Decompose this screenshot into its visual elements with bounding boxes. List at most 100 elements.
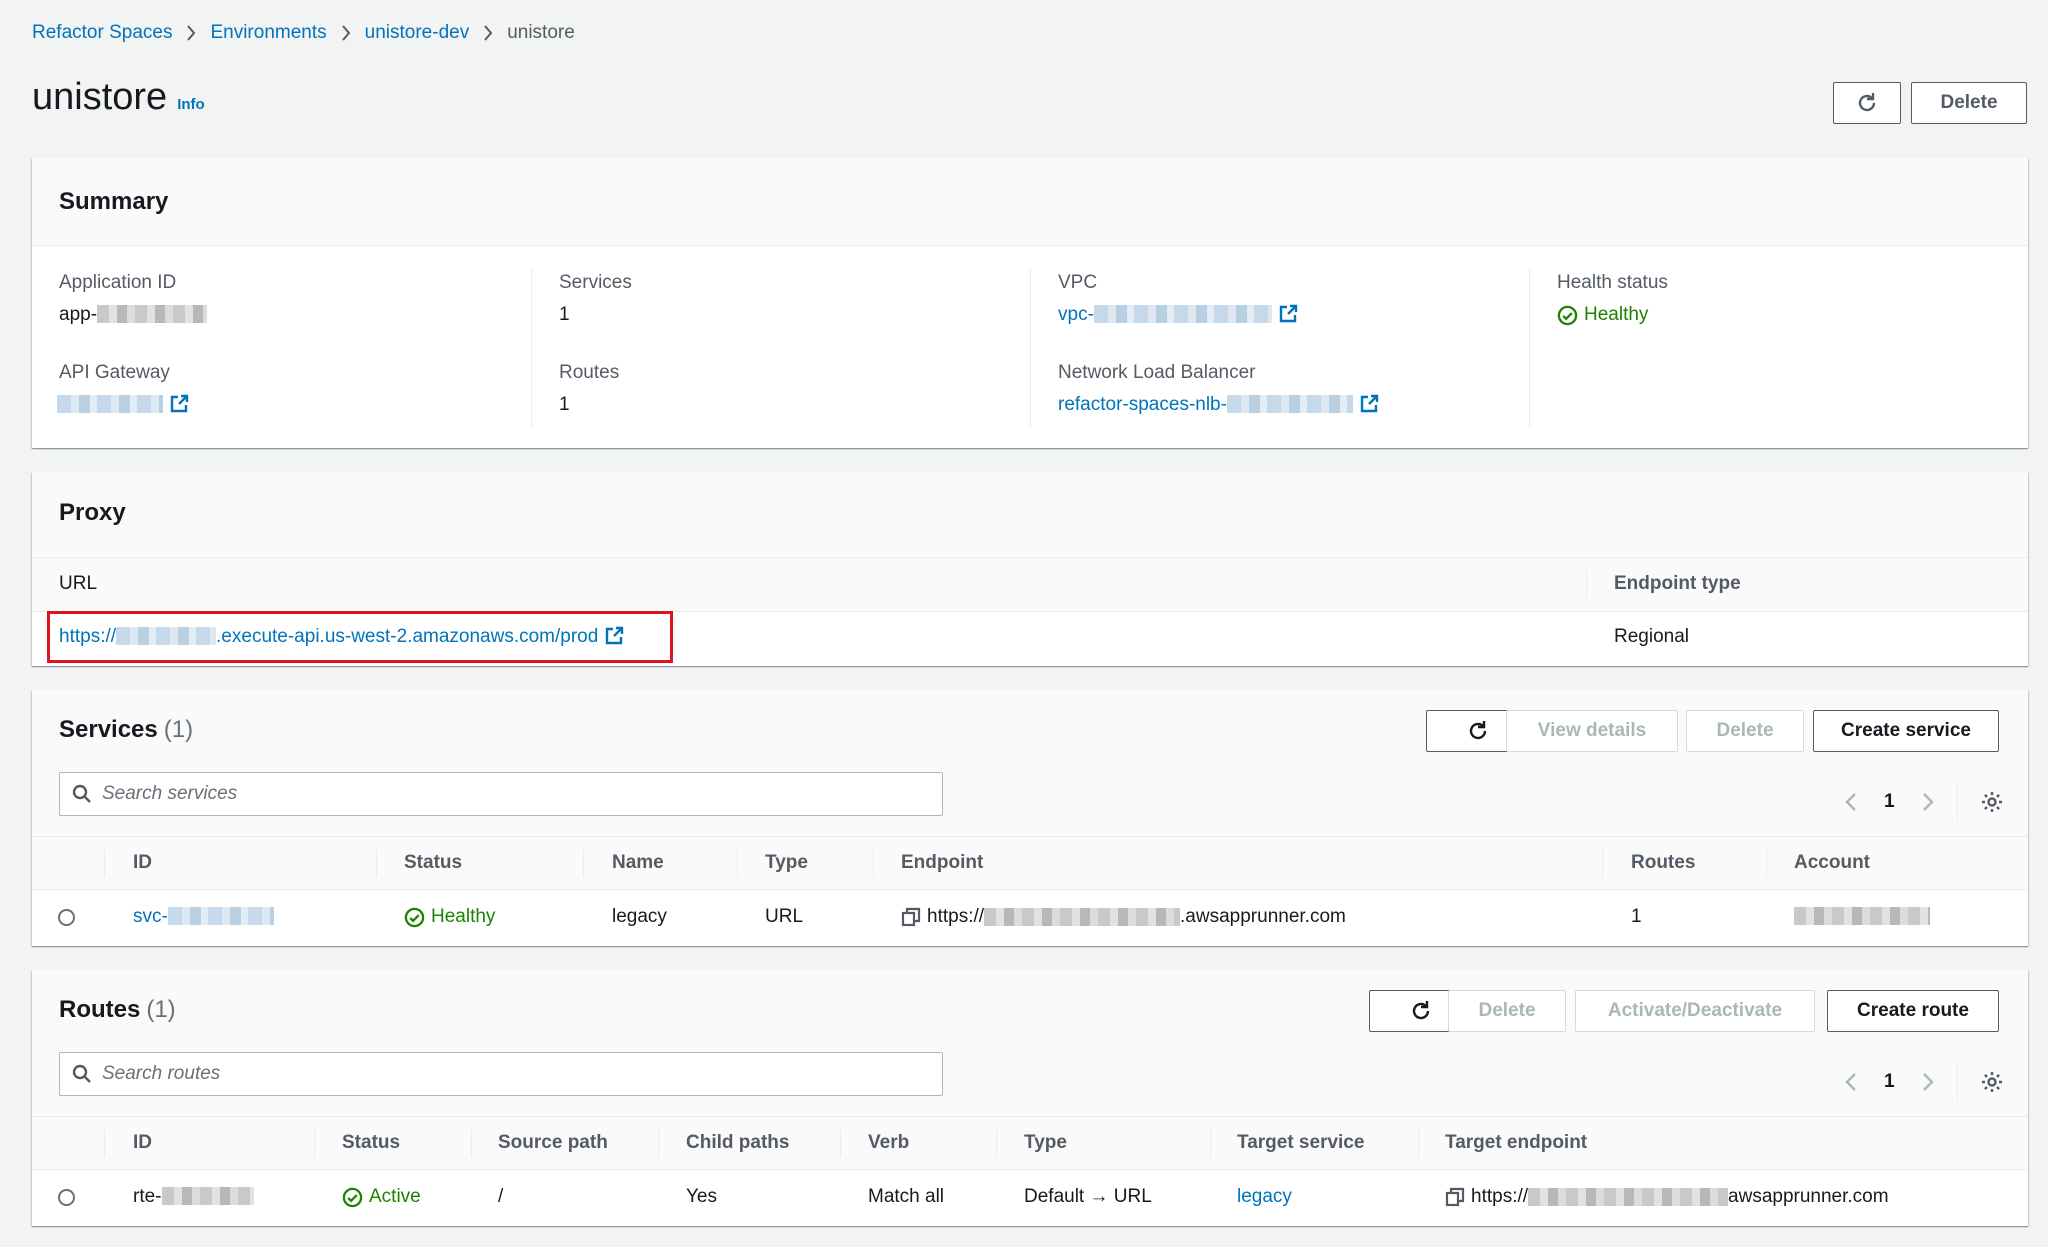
column-header-id: ID [133,1132,152,1153]
chevron-right-icon [186,25,196,41]
gear-icon[interactable] [1980,1070,2004,1094]
vpc-link[interactable]: vpc- [1058,304,1298,326]
search-icon [72,784,91,803]
routes-title: Routes (1) [59,996,176,1023]
page-title: unistore [32,76,168,118]
endpoint-type-value: Regional [1614,626,1689,647]
services-panel: Services (1) View details Delete Create s… [32,690,2028,946]
row-select-radio[interactable] [58,1189,75,1206]
routes-search-input[interactable] [102,1063,902,1085]
pager-divider [1956,1064,1958,1100]
refresh-icon [1469,721,1487,740]
column-separator [737,849,738,877]
column-header-type: Type [765,852,808,873]
page-number[interactable]: 1 [1884,791,1895,813]
column-header-name: Name [612,852,664,873]
refresh-button[interactable] [1833,82,1901,124]
copy-icon[interactable] [1445,1187,1465,1207]
copy-icon[interactable] [901,907,921,927]
gear-icon[interactable] [1980,790,2004,814]
breadcrumb-current: unistore [507,22,575,43]
breadcrumb-unistore-dev[interactable]: unistore-dev [365,22,470,44]
health-status-value: Healthy [1557,304,1648,326]
column-header-target-endpoint: Target endpoint [1445,1132,1588,1153]
column-separator [104,1129,105,1157]
column-divider [1030,268,1031,428]
create-route-button[interactable]: Create route [1827,990,1999,1032]
column-header-id: ID [133,852,152,873]
route-status: Active [342,1186,421,1208]
column-header-child-paths: Child paths [686,1132,790,1153]
summary-panel: Summary Application ID app- API Gateway … [32,158,2028,448]
chevron-left-icon[interactable] [1844,1072,1858,1092]
service-type: URL [765,906,804,927]
breadcrumb-environments[interactable]: Environments [210,22,326,44]
service-name: legacy [612,906,667,927]
services-search-input[interactable] [102,783,902,805]
service-routes: 1 [1631,906,1642,927]
proxy-title: Proxy [59,499,126,526]
chevron-right-icon[interactable] [1921,792,1935,812]
chevron-right-icon [341,25,351,41]
nlb-link[interactable]: refactor-spaces-nlb- [1058,394,1379,416]
check-circle-icon [342,1187,363,1207]
breadcrumb: Refactor Spaces Environments unistore-de… [32,22,575,44]
summary-header: Summary [32,158,2028,246]
nlb-label: Network Load Balancer [1058,362,1256,383]
external-link-icon [1279,304,1298,323]
column-separator [471,1129,472,1157]
route-verb: Match all [868,1186,945,1207]
route-type: Default → URL [1024,1186,1152,1207]
refresh-icon [1858,93,1876,112]
activate-deactivate-button[interactable]: Activate/Deactivate [1575,990,1815,1032]
services-delete-button[interactable]: Delete [1686,710,1804,752]
check-circle-icon [404,907,425,927]
highlight-annotation [47,611,673,663]
create-service-button[interactable]: Create service [1813,710,1999,752]
routes-label: Routes [559,362,620,383]
chevron-right-icon[interactable] [1921,1072,1935,1092]
view-details-button[interactable]: View details [1506,710,1678,752]
routes-header: Routes (1) Delete Activate/Deactivate Cre… [32,970,2028,1116]
column-header-status: Status [342,1132,401,1153]
application-id-label: Application ID [59,272,177,293]
routes-delete-button[interactable]: Delete [1448,990,1566,1032]
column-separator [1586,570,1587,598]
search-icon [72,1064,91,1083]
summary-title: Summary [59,188,169,215]
page-header: unistore Info [32,76,205,119]
column-header-verb: Verb [868,1132,910,1153]
services-search[interactable] [59,772,943,816]
route-id: rte- [133,1186,254,1208]
page-number[interactable]: 1 [1884,1071,1895,1093]
service-id-link[interactable]: svc- [133,906,274,928]
info-link[interactable]: Info [177,96,205,113]
chevron-left-icon[interactable] [1844,792,1858,812]
column-separator [314,1129,315,1157]
column-header-endpoint: Endpoint [901,852,984,873]
service-account [1794,906,1930,928]
column-separator [583,849,584,877]
service-status: Healthy [404,906,495,928]
health-status-label: Health status [1557,272,1668,293]
external-link-icon [170,394,189,413]
breadcrumb-refactor-spaces[interactable]: Refactor Spaces [32,22,172,44]
column-separator [1766,849,1767,877]
column-header-type: Type [1024,1132,1067,1153]
table-row: rte- Active / Yes Match all Default → UR… [32,1170,2028,1226]
api-gateway-link[interactable] [57,394,189,416]
column-separator [658,1129,659,1157]
delete-environment-button[interactable]: Delete [1911,82,2027,124]
url-column-header: URL [59,573,98,594]
row-select-radio[interactable] [58,909,75,926]
services-pagination: 1 [1844,784,2004,820]
services-title: Services (1) [59,716,194,743]
routes-search[interactable] [59,1052,943,1096]
routes-panel: Routes (1) Delete Activate/Deactivate Cre… [32,970,2028,1226]
pager-divider [1956,784,1958,820]
route-target-service-link[interactable]: legacy [1237,1186,1292,1208]
check-circle-icon [1557,305,1578,325]
column-header-source-path: Source path [498,1132,608,1153]
services-table-header: ID Status Name Type Endpoint Routes Acco… [32,836,2028,890]
chevron-right-icon [483,25,493,41]
